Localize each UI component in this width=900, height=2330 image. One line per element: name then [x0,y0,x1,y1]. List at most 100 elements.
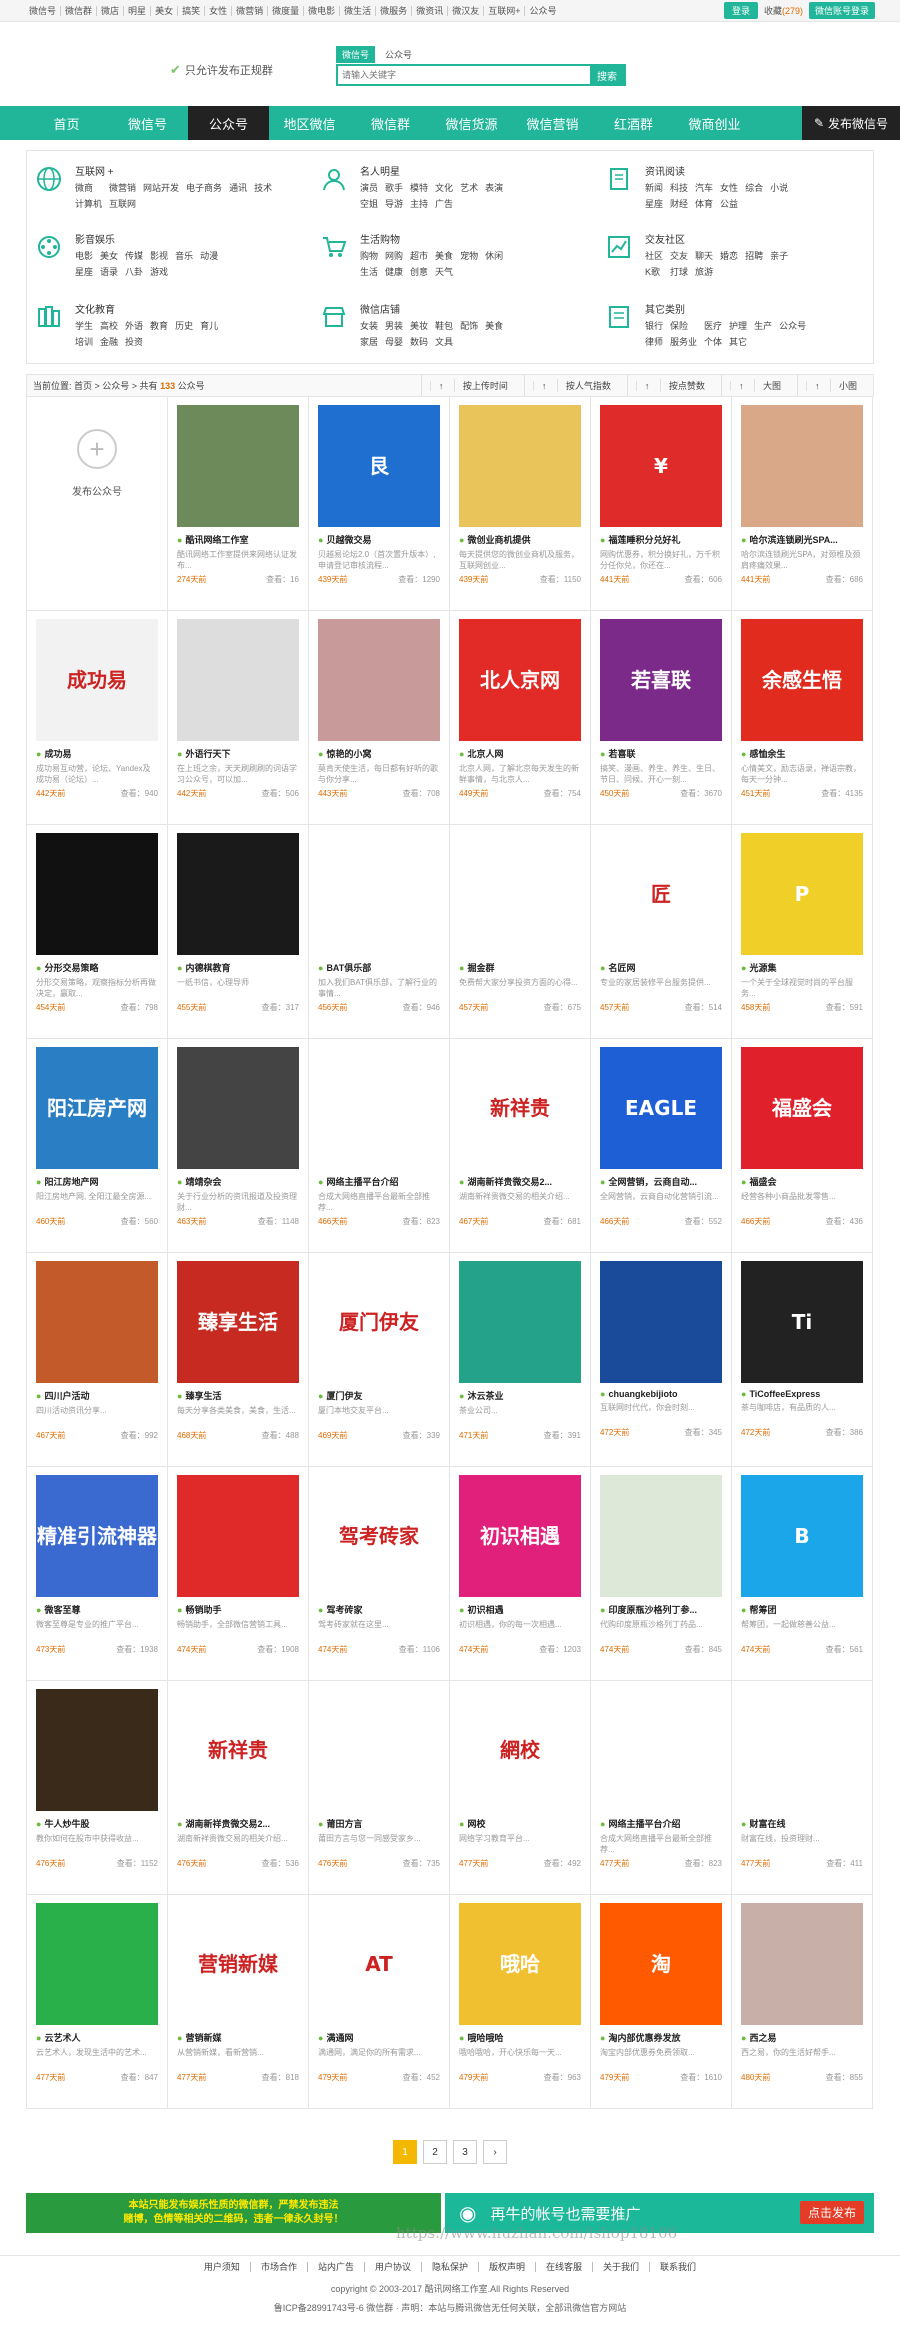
category-tag[interactable]: 金融 [100,335,118,348]
account-card[interactable]: 臻享生活 ● 臻享生活 每天分享各类美食，美食，生活... 468天前 查看：488 [168,1253,309,1467]
account-card[interactable]: 驾考砖家 ● 驾考砖家 驾考砖家就在这里... 474天前 查看：1106 [309,1467,450,1681]
account-card[interactable]: 若喜联 ● 若喜联 搞笑、漫画、养生、养生、生日、节日、问候、开心一刻... 450天前… [591,611,732,825]
footer-link[interactable]: 市场合作 [251,2262,308,2272]
sort-option[interactable]: ↑ 按人气指数 [523,375,627,396]
login-button[interactable]: 登录 [723,2,758,19]
top-link[interactable]: 微服务 [376,5,413,16]
category-tag[interactable]: 网购 [385,249,403,262]
account-image[interactable]: 網校 [459,1689,581,1811]
account-image[interactable]: 哦哈 [459,1903,581,2025]
account-image[interactable] [177,833,299,955]
top-link[interactable]: 微信群 [61,5,98,16]
sort-option[interactable]: ↑ 小图 [796,375,873,396]
account-image[interactable]: 阳江房产网 [36,1047,158,1169]
search-button[interactable]: 搜索 [590,66,624,84]
account-title[interactable]: ● 淘内部优惠券发放 [600,2031,722,2044]
category-tag[interactable]: 微营销 [109,181,136,194]
account-card[interactable]: ¥ ● 福莲睡积分兑好礼 网购优惠券，积分换好礼，万千积分任你兑，你还在... 441天… [591,397,732,611]
category-title[interactable]: 生活购物 [360,231,503,246]
account-card[interactable]: ● 微创业商机提供 每天提供您的微创业商机及服务，互联网创业... 439天前 查看：1… [450,397,591,611]
account-card[interactable]: P ● 光源集 一个关于全球视觉时尚的平台服务... 458天前 查看：591 [732,825,873,1039]
category-tag[interactable]: 保险 [670,319,697,332]
category-tag[interactable]: 女性 [720,181,738,194]
footer-link[interactable]: 联系我们 [650,2262,706,2272]
account-image[interactable]: EAGLE [600,1047,722,1169]
account-card[interactable]: 艮 ● 贝越微交易 贝越易论坛2.0（首次置升版本）, 申请登记审核流程... 439天… [309,397,450,611]
top-link[interactable]: 微汉友 [448,5,485,16]
sort-option[interactable]: ↑ 按点赞数 [626,375,721,396]
account-image[interactable]: 北人京网 [459,619,581,741]
category-tag[interactable]: 演员 [360,181,378,194]
category-tag[interactable]: 宠物 [460,249,478,262]
category-tag[interactable]: 财经 [670,197,688,210]
category-tag[interactable]: 通讯 [229,181,247,194]
category-tag[interactable]: 音乐 [175,249,193,262]
account-card[interactable]: ● 牛人炒牛股 教你如何在股市中获得收益... 476天前 查看：1152 [27,1681,168,1895]
account-image[interactable] [318,1047,440,1169]
category-tag[interactable]: 配饰 [460,319,478,332]
category-tag[interactable]: 招聘 [745,249,763,262]
top-link[interactable]: 微生活 [340,5,377,16]
footer-link[interactable]: 版权声明 [479,2262,537,2272]
page-button[interactable]: › [483,2140,507,2164]
account-image[interactable] [36,1261,158,1383]
category-tag[interactable]: 影视 [150,249,168,262]
account-card[interactable]: ● 四川户活动 四川活动资讯分享... 467天前 查看：992 [27,1253,168,1467]
category-tag[interactable]: 其它 [729,335,747,348]
category-tag[interactable]: 母婴 [385,335,403,348]
publish-account-card[interactable]: + 发布公众号 [27,397,168,611]
category-tag[interactable]: 鞋包 [435,319,453,332]
nav-item[interactable]: 微信货源 [431,106,512,140]
category-tag[interactable]: 公益 [720,197,738,210]
account-image[interactable] [741,1903,863,2025]
top-link[interactable]: 搞笑 [178,5,206,16]
account-card[interactable]: EAGLE ● 全网营销，云商自动... 全网营销，云商自动化营销引流... 466天前… [591,1039,732,1253]
account-card[interactable]: ● 网络主播平台介绍 合成大网络直播平台最新全部推荐... 477天前 查看：823 [591,1681,732,1895]
account-image[interactable]: 臻享生活 [177,1261,299,1383]
category-tag[interactable]: 汽车 [695,181,713,194]
category-title[interactable]: 文化教育 [75,301,218,316]
category-tag[interactable]: 外语 [125,319,143,332]
account-card[interactable]: ● 网络主播平台介绍 合成大网络直播平台最新全部推荐... 466天前 查看：823 [309,1039,450,1253]
account-card[interactable]: 厦门伊友 ● 厦门伊友 厦门本地交友平台... 469天前 查看：339 [309,1253,450,1467]
account-title[interactable]: ● 若喜联 [600,747,722,760]
account-image[interactable] [600,1689,722,1811]
category-tag[interactable]: 美女 [100,249,118,262]
account-image[interactable]: Ti [741,1261,863,1383]
category-tag[interactable]: 语录 [100,265,118,278]
category-title[interactable]: 交友社区 [645,231,788,246]
account-image[interactable] [36,1903,158,2025]
top-link[interactable]: 微店 [97,5,125,16]
page-button[interactable]: 1 [393,2140,417,2164]
account-image[interactable] [36,1689,158,1811]
category-tag[interactable]: 健康 [385,265,403,278]
top-link[interactable]: 微电影 [304,5,341,16]
top-link[interactable]: 公众号 [525,6,560,16]
category-tag[interactable]: 聊天 [695,249,713,262]
account-image[interactable] [600,1475,722,1597]
account-image[interactable]: P [741,833,863,955]
category-tag[interactable]: K歌 [645,265,663,278]
account-image[interactable] [36,833,158,955]
category-tag[interactable]: 超市 [410,249,428,262]
account-image[interactable]: 成功易 [36,619,158,741]
account-image[interactable]: 初识相遇 [459,1475,581,1597]
category-title[interactable]: 互联网 + [75,163,272,178]
top-link[interactable]: 女性 [205,5,233,16]
account-card[interactable]: ● 莆田方言 莆田方言与您一同感受家乡... 476天前 查看：735 [309,1681,450,1895]
account-title[interactable]: ● 满通网 [318,2031,440,2044]
account-title[interactable]: ● 哈尔滨连锁刷光SPA... [741,533,863,546]
category-tag[interactable]: 文化 [435,181,453,194]
account-card[interactable]: 初识相遇 ● 初识相遇 初识相遇，你的每一次相遇... 474天前 查看：1203 [450,1467,591,1681]
account-title[interactable]: ● 营销新媒 [177,2031,299,2044]
account-title[interactable]: ● 四川户活动 [36,1389,158,1402]
category-tag[interactable]: 八卦 [125,265,143,278]
account-card[interactable]: Ti ● TiCoffeeExpress 茶与咖啡店，有品质的人... 472天前 查看：… [732,1253,873,1467]
account-image[interactable] [741,1689,863,1811]
account-card[interactable]: 精准引流神器 ● 微客至尊 微客至尊是专业的推广平台... 473天前 查看：1938 [27,1467,168,1681]
category-tag[interactable]: 游戏 [150,265,168,278]
account-image[interactable]: 福盛会 [741,1047,863,1169]
search-tab-official[interactable]: 公众号 [379,46,418,63]
category-tag[interactable]: 生活 [360,265,378,278]
account-image[interactable] [177,1047,299,1169]
